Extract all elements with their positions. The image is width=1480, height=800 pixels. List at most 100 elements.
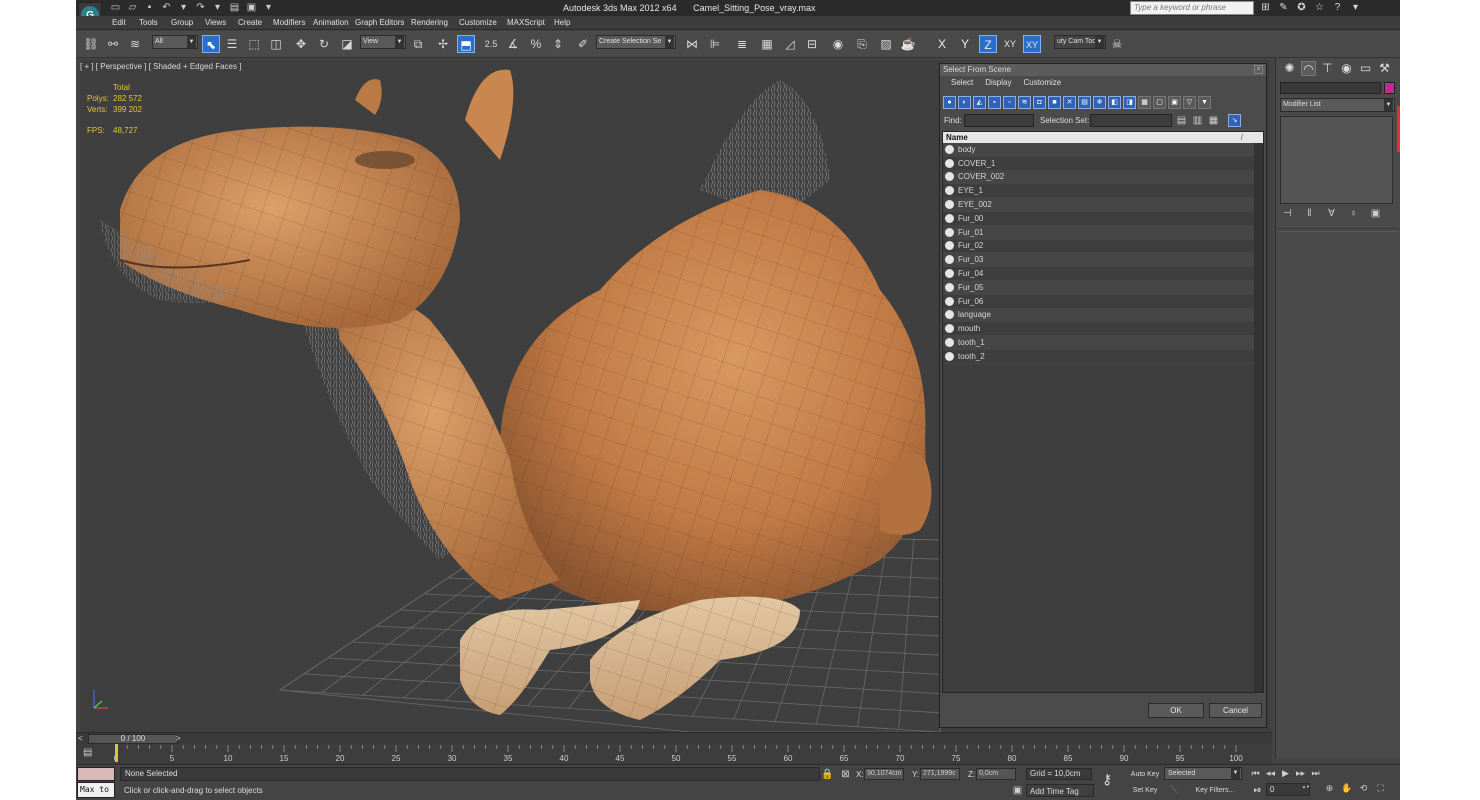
hierarchy-toggle-icon[interactable]: ↘ xyxy=(1228,114,1241,127)
filter-toggle-icon[interactable]: ▼ xyxy=(1198,95,1211,109)
list-item[interactable]: Fur_02 xyxy=(943,240,1255,254)
filter-lights-icon[interactable]: ◭ xyxy=(973,95,986,109)
show-end-result-icon[interactable]: ‖ xyxy=(1304,208,1315,219)
list-item[interactable]: Fur_04 xyxy=(943,267,1255,281)
object-name-field[interactable] xyxy=(1280,82,1381,94)
filter-hidden-icon[interactable]: ◧ xyxy=(1108,95,1121,109)
zoom-icon[interactable]: ⊕ xyxy=(1324,783,1335,794)
filter-cameras-icon[interactable]: ▪ xyxy=(988,95,1001,109)
redo-dropdown-icon[interactable]: ▾ xyxy=(212,2,223,13)
z-coordinate-field[interactable]: 0,0cm xyxy=(976,768,1016,780)
filter-options-icon[interactable]: ▽ xyxy=(1183,95,1196,109)
list-item[interactable]: tooth_1 xyxy=(943,336,1255,350)
time-slider-next[interactable]: > xyxy=(176,734,181,743)
y-coordinate-field[interactable]: 271,1999c xyxy=(920,768,960,780)
reference-coordinate-dropdown[interactable]: View xyxy=(360,35,406,49)
current-frame-field[interactable]: 0 xyxy=(1266,783,1310,796)
menu-maxscript[interactable]: MAXScript xyxy=(507,18,545,27)
filter-frozen-icon[interactable]: ❄ xyxy=(1093,95,1106,109)
close-icon[interactable]: × xyxy=(1254,65,1263,74)
menu-help[interactable]: Help xyxy=(554,18,570,27)
dialog-menu-display[interactable]: Display xyxy=(985,76,1011,90)
selection-set-edit-icon[interactable]: ▦ xyxy=(1208,115,1219,126)
find-input[interactable] xyxy=(964,114,1034,127)
time-tag-icon[interactable]: ▣ xyxy=(1012,785,1023,796)
render-setup-icon[interactable]: ⎘ xyxy=(853,35,871,53)
menu-customize[interactable]: Customize xyxy=(459,18,497,27)
time-slider[interactable]: < 0 / 100 > xyxy=(76,732,1272,744)
menu-graph-editors[interactable]: Graph Editors xyxy=(355,18,404,27)
list-item[interactable]: body xyxy=(943,143,1255,157)
subscription-icon[interactable]: ✪ xyxy=(1296,2,1307,13)
track-bar[interactable]: ▤ 05101520253035404550556065707580859095… xyxy=(76,744,1272,764)
filter-xrefs-icon[interactable]: ■ xyxy=(1048,95,1061,109)
select-object-icon[interactable]: ⬉ xyxy=(202,35,220,53)
absolute-mode-icon[interactable]: ⊠ xyxy=(840,769,851,780)
dialog-title-bar[interactable]: Select From Scene × xyxy=(940,64,1266,76)
help-icon[interactable]: ? xyxy=(1332,2,1343,13)
select-and-rotate-icon[interactable]: ↻ xyxy=(315,35,333,53)
add-time-tag-button[interactable]: Add Time Tag xyxy=(1026,784,1094,797)
plugin-skull-icon[interactable]: ☠ xyxy=(1108,35,1126,53)
selection-set-add-icon[interactable]: ▤ xyxy=(1176,115,1187,126)
pan-icon[interactable]: ✋ xyxy=(1341,783,1352,794)
percent-snap-icon[interactable]: % xyxy=(527,35,545,53)
angle-snap-icon[interactable]: ∡ xyxy=(504,35,522,53)
open-file-icon[interactable]: ▱ xyxy=(127,2,138,13)
filter-other-icon[interactable]: ◨ xyxy=(1123,95,1136,109)
list-item[interactable]: Fur_03 xyxy=(943,253,1255,268)
menu-animation[interactable]: Animation xyxy=(313,18,349,27)
filter-spacewarps-icon[interactable]: ≋ xyxy=(1018,95,1031,109)
graphite-ribbon-icon[interactable]: ▦ xyxy=(758,35,776,53)
menu-group[interactable]: Group xyxy=(171,18,193,27)
list-scrollbar[interactable] xyxy=(1254,143,1263,692)
new-file-icon[interactable]: ▭ xyxy=(110,2,121,13)
x-coordinate-field[interactable]: 90,1074cm xyxy=(864,768,904,780)
tools-icon[interactable]: ✎ xyxy=(1278,2,1289,13)
viewport-label[interactable]: [ + ] [ Perspective ] [ Shaded + Edged F… xyxy=(80,62,241,71)
binoculars-icon[interactable]: ⊞ xyxy=(1260,2,1271,13)
link-icon[interactable]: ⛓ xyxy=(82,35,100,53)
selection-set-dropdown[interactable] xyxy=(1090,114,1172,127)
rendered-frame-window-icon[interactable]: ▨ xyxy=(877,35,895,53)
select-and-scale-icon[interactable]: ◪ xyxy=(338,35,356,53)
menu-tools[interactable]: Tools xyxy=(139,18,158,27)
maximize-viewport-icon[interactable]: ⛶ xyxy=(1375,783,1386,794)
modifier-list-dropdown[interactable]: Modifier List xyxy=(1280,98,1395,112)
rectangular-selection-icon[interactable]: ⬚ xyxy=(245,35,263,53)
named-selection-sets-dropdown[interactable]: Create Selection Se xyxy=(596,35,676,49)
project-folder-icon[interactable]: ▤ xyxy=(229,2,240,13)
keyboard-shortcut-override-icon[interactable]: ⬒ xyxy=(457,35,475,53)
workspace-icon[interactable]: ▣ xyxy=(246,2,257,13)
filter-geometry-icon[interactable]: ● xyxy=(943,95,956,109)
cancel-button[interactable]: Cancel xyxy=(1209,703,1262,718)
save-file-icon[interactable]: ▪ xyxy=(144,2,155,13)
select-by-name-icon[interactable]: ☰ xyxy=(223,35,241,53)
menu-modifiers[interactable]: Modifiers xyxy=(273,18,305,27)
filter-groups-icon[interactable]: ◘ xyxy=(1033,95,1046,109)
restrict-z-button[interactable]: Z xyxy=(979,35,997,53)
maxscript-input[interactable]: Max to xyxy=(77,782,115,798)
next-frame-icon[interactable]: ▸▸ xyxy=(1295,768,1306,779)
menu-views[interactable]: Views xyxy=(205,18,226,27)
bind-space-warp-icon[interactable]: ≋ xyxy=(126,35,144,53)
list-item[interactable]: Fur_05 xyxy=(943,280,1255,295)
schematic-view-icon[interactable]: ⊟ xyxy=(803,35,821,53)
maxscript-listener-mini[interactable] xyxy=(77,767,115,781)
list-item[interactable]: tooth_2 xyxy=(943,350,1255,364)
undo-icon[interactable]: ↶ xyxy=(161,2,172,13)
list-item[interactable]: COVER_002 xyxy=(943,170,1255,185)
help-dropdown-icon[interactable]: ▾ xyxy=(1350,2,1361,13)
menu-create[interactable]: Create xyxy=(238,18,262,27)
list-item[interactable]: Fur_06 xyxy=(943,295,1255,309)
favorites-icon[interactable]: ☆ xyxy=(1314,2,1325,13)
plugin-toolbar-label[interactable]: uty Cam Tool v xyxy=(1054,35,1106,49)
list-item[interactable]: EYE_002 xyxy=(943,198,1255,212)
list-item[interactable]: Fur_01 xyxy=(943,225,1255,240)
remove-modifier-icon[interactable]: ♁ xyxy=(1348,208,1359,219)
filter-containers-icon[interactable]: ▤ xyxy=(1078,95,1091,109)
select-all-icon[interactable]: ▦ xyxy=(1138,95,1151,109)
list-item[interactable]: mouth xyxy=(943,322,1255,337)
align-icon[interactable]: ⊫ xyxy=(706,35,724,53)
go-to-start-icon[interactable]: ⏮ xyxy=(1250,768,1261,779)
